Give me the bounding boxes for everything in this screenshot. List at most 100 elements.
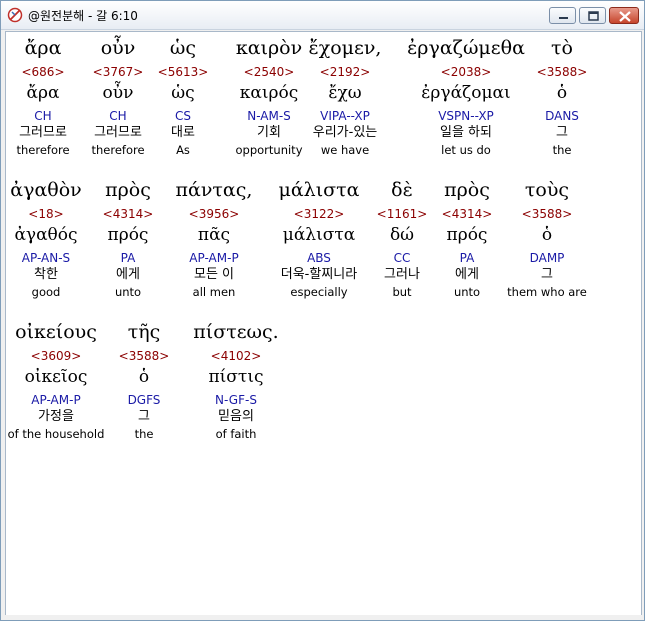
strong-number: <1161>: [376, 207, 428, 221]
word-3-1[interactable]: οἰκείους <3609> οἰκεῖος AP-AM-P 가정을 of the ho…: [6, 318, 111, 442]
english-gloss: we have: [320, 143, 370, 157]
lexical-form: ἄρα: [26, 83, 60, 103]
word-3-2[interactable]: τῆς <3588> ὁ DGFS 그 the: [109, 318, 179, 442]
greek-word: πρὸς: [105, 179, 151, 201]
parsing-code: ABS: [307, 251, 331, 265]
strong-number: <5613>: [157, 65, 209, 79]
parsing-code: CH: [109, 109, 127, 123]
word-2-1[interactable]: ἀγαθὸν <18> ἀγαθός AP-AN-S 착한 good: [6, 176, 91, 300]
close-icon: [619, 11, 631, 22]
parsing-code: AP-AM-P: [189, 251, 239, 265]
english-gloss: them who are: [507, 285, 587, 299]
greek-word: ὡς: [169, 37, 197, 59]
greek-word: ἐργαζώμεθα: [407, 37, 525, 59]
title-bar[interactable]: @원전분해 - 갈 6:10: [1, 1, 644, 30]
word-1-7[interactable]: τὸ <3588> ὁ DANS 그 the: [527, 34, 597, 158]
strong-number: <2192>: [319, 65, 371, 79]
word-2-4[interactable]: μάλιστα <3122> μάλιστα ABS 더욱-할찌니라 especially: [259, 176, 379, 300]
word-1-1[interactable]: ἄρα <686> ἄρα CH 그러므로 therefore: [6, 34, 80, 158]
english-gloss: but: [392, 285, 412, 299]
parsing-code: AP-AM-P: [31, 393, 81, 407]
korean-gloss: 가정을: [38, 409, 74, 424]
parsing-code: CC: [393, 251, 411, 265]
window-bottom-edge: [3, 615, 644, 620]
english-gloss: the: [134, 427, 154, 441]
strong-number: <4314>: [441, 207, 493, 221]
greek-word: ἀγαθὸν: [10, 179, 82, 201]
strong-number: <3956>: [188, 207, 240, 221]
greek-word: πρὸς: [444, 179, 490, 201]
parsing-code: PA: [120, 251, 136, 265]
parsing-code: CH: [34, 109, 52, 123]
korean-gloss: 그러나: [384, 267, 420, 282]
lexical-form: πρός: [107, 225, 149, 245]
minimize-icon: [559, 17, 568, 19]
close-button[interactable]: [609, 7, 639, 24]
lexical-form: οἰκεῖος: [24, 367, 88, 387]
word-2-2[interactable]: πρὸς <4314> πρός PA 에게 unto: [93, 176, 163, 300]
greek-word: δὲ: [391, 179, 413, 201]
word-2-3[interactable]: πάντας, <3956> πᾶς AP-AM-P 모든 이 all men: [164, 176, 264, 300]
english-gloss: the: [552, 143, 572, 157]
word-1-2[interactable]: οὖν <3767> οὖν CH 그러므로 therefore: [83, 34, 153, 158]
greek-word: οὖν: [100, 37, 136, 59]
korean-gloss: 더욱-할찌니라: [280, 267, 358, 282]
korean-gloss: 대로: [171, 125, 195, 140]
strong-number: <3122>: [293, 207, 345, 221]
korean-gloss: 그: [556, 125, 568, 140]
word-1-3[interactable]: ὡς <5613> ὡς CS 대로 As: [153, 34, 213, 158]
korean-gloss: 믿음의: [218, 409, 254, 424]
parsing-code: DANS: [545, 109, 579, 123]
parsing-code: VSPN--XP: [438, 109, 494, 123]
strong-number: <18>: [28, 207, 64, 221]
word-3-3[interactable]: πίστεως. <4102> πίστις N-GF-S 믿음의 of faith: [186, 318, 286, 442]
korean-gloss: 에게: [116, 267, 140, 282]
greek-word: οἰκείους: [15, 321, 97, 343]
greek-word: ἔχομεν,: [308, 37, 382, 59]
korean-gloss: 에게: [455, 267, 479, 282]
english-gloss: unto: [114, 285, 142, 299]
lexical-form: ὁ: [541, 225, 553, 245]
english-gloss: therefore: [91, 143, 145, 157]
english-gloss: good: [31, 285, 61, 299]
word-2-5[interactable]: δὲ <1161> δώ CC 그러나 but: [372, 176, 432, 300]
korean-gloss: 착한: [34, 267, 58, 282]
korean-gloss: 그: [138, 409, 150, 424]
parsing-code: DAMP: [529, 251, 565, 265]
maximize-button[interactable]: [579, 7, 606, 24]
korean-gloss: 우리가-있는: [312, 125, 378, 140]
minimize-button[interactable]: [549, 7, 576, 24]
parsing-code: N-GF-S: [215, 393, 257, 407]
lexical-form: ἔχω: [328, 83, 362, 103]
word-1-5[interactable]: ἔχομεν, <2192> ἔχω VIPA--XP 우리가-있는 we have: [297, 34, 393, 158]
english-gloss: let us do: [441, 143, 491, 157]
parsing-code: PA: [459, 251, 475, 265]
interlinear-panel: ἄρα <686> ἄρα CH 그러므로 therefore οὖν <3767> οὖν CH…: [5, 31, 642, 616]
app-icon: [7, 7, 23, 23]
strong-number: <4102>: [210, 349, 262, 363]
lexical-form: ἐργάζομαι: [421, 83, 511, 103]
strong-number: <2038>: [440, 65, 492, 79]
lexical-form: ὡς: [171, 83, 195, 103]
korean-gloss: 모든 이: [193, 267, 234, 282]
strong-number: <3588>: [536, 65, 588, 79]
lexical-form: πᾶς: [197, 225, 231, 245]
english-gloss: of the household: [7, 427, 105, 441]
lexical-form: δώ: [389, 225, 415, 245]
word-2-7[interactable]: τοὺς <3588> ὁ DAMP 그 them who are: [497, 176, 597, 300]
word-2-6[interactable]: πρὸς <4314> πρός PA 에게 unto: [437, 176, 497, 300]
maximize-icon: [588, 11, 599, 21]
word-1-6[interactable]: ἐργαζώμεθα <2038> ἐργάζομαι VSPN--XP 일을 하되 le…: [391, 34, 541, 158]
english-gloss: of faith: [215, 427, 257, 441]
greek-word: μάλιστα: [278, 179, 360, 201]
parsing-code: VIPA--XP: [320, 109, 370, 123]
strong-number: <4314>: [102, 207, 154, 221]
strong-number: <3588>: [118, 349, 170, 363]
greek-word: ἄρα: [24, 37, 62, 59]
parsing-code: CS: [175, 109, 191, 123]
lexical-form: ἀγαθός: [14, 225, 78, 245]
parsing-code: DGFS: [127, 393, 161, 407]
strong-number: <686>: [21, 65, 65, 79]
lexical-form: οὖν: [102, 83, 134, 103]
lexical-form: ὁ: [556, 83, 568, 103]
